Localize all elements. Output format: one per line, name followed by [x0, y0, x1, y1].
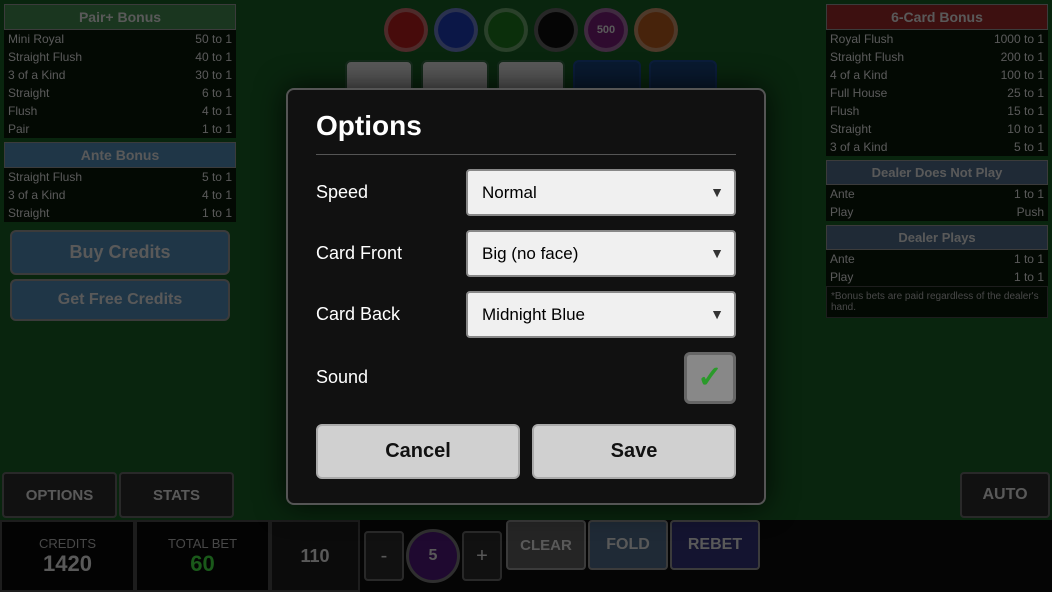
card-back-select[interactable]: Midnight Blue Red Green Black — [466, 291, 736, 338]
card-front-row: Card Front Small Big (no face) Big (with… — [316, 230, 736, 277]
speed-select-wrapper[interactable]: Slow Normal Fast — [466, 169, 736, 216]
card-back-label: Card Back — [316, 304, 466, 325]
sound-label: Sound — [316, 367, 466, 388]
modal-title: Options — [316, 110, 736, 155]
cancel-button[interactable]: Cancel — [316, 424, 520, 479]
modal-overlay: Options Speed Slow Normal Fast Card Fron… — [0, 0, 1052, 592]
sound-checkmark: ✓ — [697, 360, 722, 395]
options-modal: Options Speed Slow Normal Fast Card Fron… — [286, 88, 766, 505]
sound-checkbox[interactable]: ✓ — [684, 352, 736, 404]
sound-row: Sound ✓ — [316, 352, 736, 404]
speed-label: Speed — [316, 182, 466, 203]
card-front-select-wrapper[interactable]: Small Big (no face) Big (with face) — [466, 230, 736, 277]
card-back-select-wrapper[interactable]: Midnight Blue Red Green Black — [466, 291, 736, 338]
card-front-label: Card Front — [316, 243, 466, 264]
card-back-row: Card Back Midnight Blue Red Green Black — [316, 291, 736, 338]
save-button[interactable]: Save — [532, 424, 736, 479]
speed-row: Speed Slow Normal Fast — [316, 169, 736, 216]
card-front-select[interactable]: Small Big (no face) Big (with face) — [466, 230, 736, 277]
modal-buttons: Cancel Save — [316, 424, 736, 479]
sound-checkbox-wrapper: ✓ — [466, 352, 736, 404]
speed-select[interactable]: Slow Normal Fast — [466, 169, 736, 216]
